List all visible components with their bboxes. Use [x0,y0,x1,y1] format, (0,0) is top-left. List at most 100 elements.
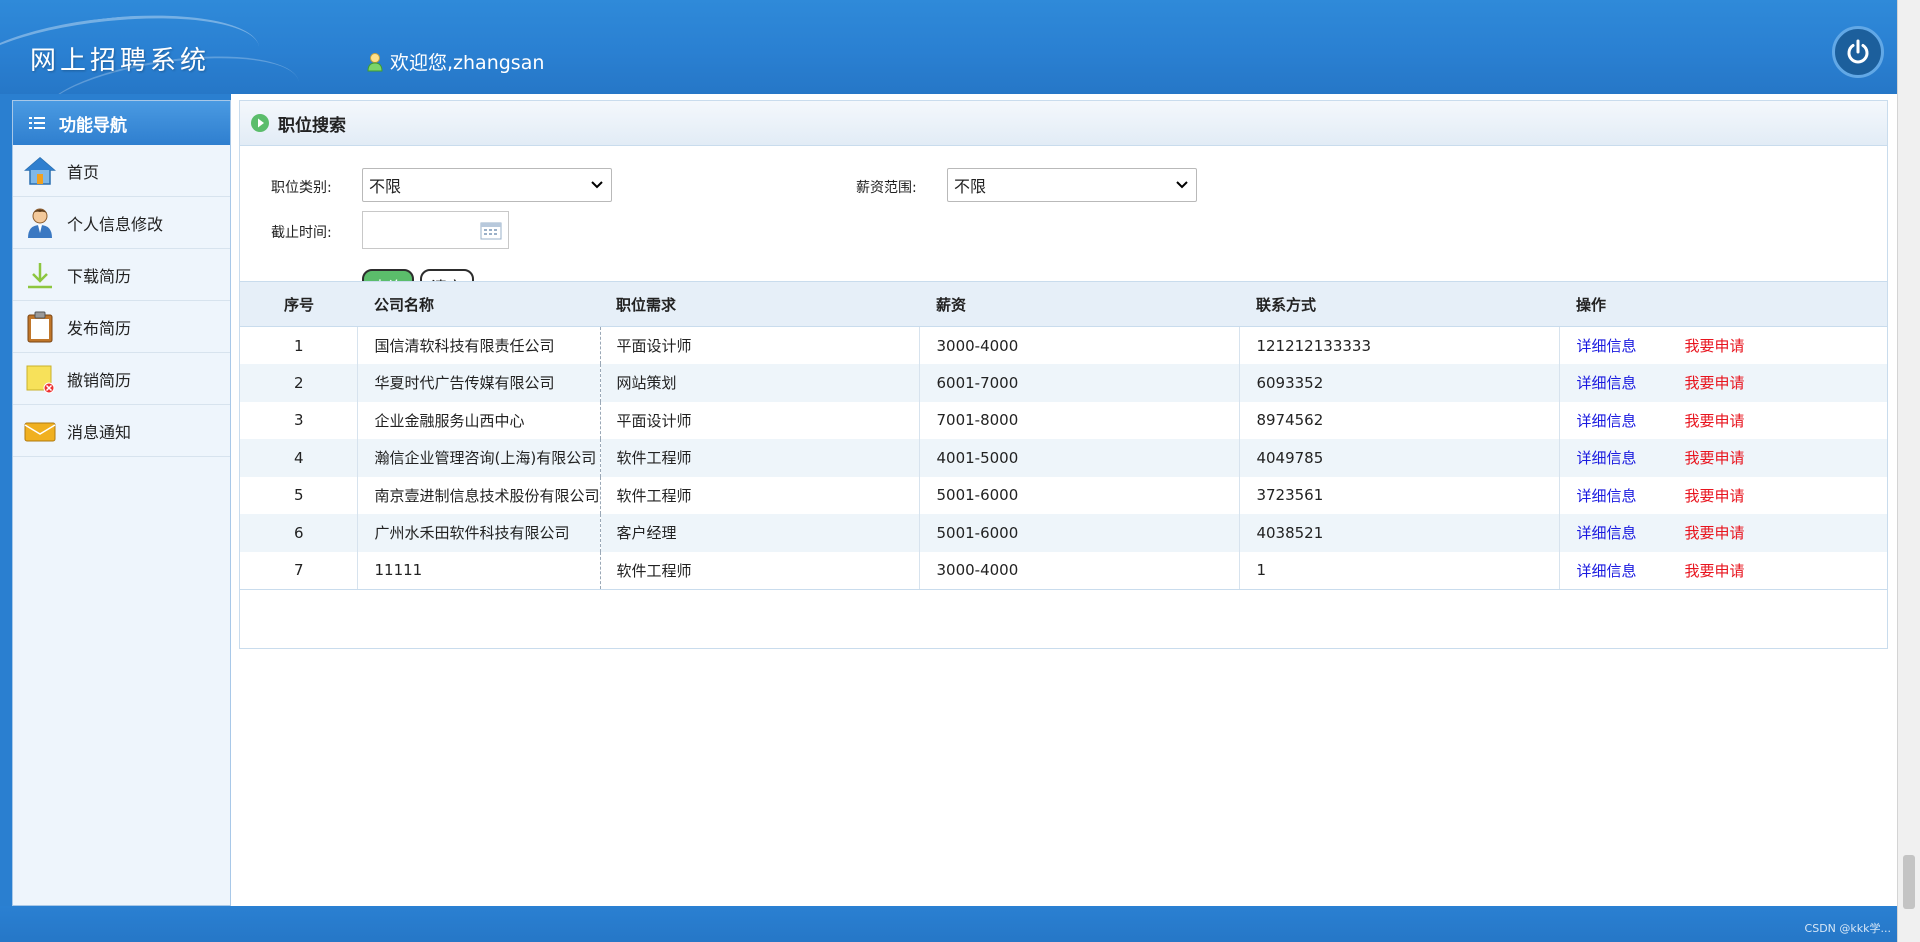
sidebar-item-home[interactable]: 首页 [13,145,230,197]
cell-operation: 详细信息 我要申请 [1560,439,1887,477]
welcome-message: 欢迎您,zhangsan [366,48,544,75]
sidebar-item-label: 个人信息修改 [67,214,164,234]
cell-company: 华夏时代广告传媒有限公司 [357,364,601,402]
cell-salary: 4001-5000 [919,439,1241,477]
cell-contact: 3723561 [1239,476,1561,514]
apply-link[interactable]: 我要申请 [1684,562,1744,580]
category-select[interactable]: 不限 [362,168,612,202]
salary-label: 薪资范围: [856,180,917,196]
welcome-text: 欢迎您,zhangsan [390,52,545,74]
job-search-panel: 职位搜索 职位类别: 不限 薪资范围: 不限 截止时间: 查询 清空 序号 公司… [239,100,1888,649]
footer-bar: CSDN @kkk学... [0,906,1897,942]
sidebar: 功能导航 首页 个人信息修改 下载简历 发布简历 撤销简历 消息通知 [12,100,231,906]
apply-link[interactable]: 我要申请 [1684,374,1744,392]
power-icon [1847,39,1869,64]
page-scrollbar[interactable] [1897,0,1920,942]
column-header-operation: 操作 [1559,281,1887,327]
category-select-value: 不限 [369,177,402,196]
column-header-no: 序号 [240,281,358,327]
sidebar-item-label: 发布简历 [67,318,132,338]
sidebar-item-messages[interactable]: 消息通知 [13,405,230,457]
cell-contact: 121212133333 [1239,326,1561,364]
apply-link[interactable]: 我要申请 [1684,337,1744,355]
cell-operation: 详细信息 我要申请 [1560,477,1887,515]
list-icon [29,117,45,129]
user-profile-icon [23,206,57,240]
cell-position: 软件工程师 [600,439,921,477]
deadline-date-input[interactable] [362,211,509,249]
cell-no: 2 [240,364,359,402]
sidebar-item-profile[interactable]: 个人信息修改 [13,197,230,249]
detail-link[interactable]: 详细信息 [1576,412,1636,430]
cell-no: 7 [240,551,359,590]
category-label: 职位类别: [271,180,332,196]
detail-link[interactable]: 详细信息 [1576,562,1636,580]
cell-company: 11111 [357,551,601,590]
chevron-down-icon [591,181,603,189]
cell-operation: 详细信息 我要申请 [1559,551,1887,590]
cell-company: 广州水禾田软件科技有限公司 [357,514,601,552]
cell-contact: 8974562 [1239,401,1561,439]
sidebar-item-revoke-resume[interactable]: 撤销简历 [13,353,230,405]
calendar-icon[interactable] [480,220,502,240]
cell-salary: 3000-4000 [919,551,1241,590]
detail-link[interactable]: 详细信息 [1576,487,1636,505]
cell-position: 平面设计师 [600,401,921,439]
cell-no: 6 [240,514,359,552]
detail-link[interactable]: 详细信息 [1576,449,1636,467]
cell-salary: 5001-6000 [919,514,1241,552]
cell-salary: 7001-8000 [919,401,1241,439]
sidebar-item-label: 首页 [67,162,100,182]
cell-salary: 6001-7000 [919,364,1241,402]
top-header: 网上招聘系统 欢迎您,zhangsan [0,0,1897,94]
cell-position: 软件工程师 [600,551,921,590]
cell-position: 平面设计师 [600,326,921,364]
cell-position: 客户经理 [600,514,921,552]
detail-link[interactable]: 详细信息 [1576,524,1636,542]
cell-company: 南京壹进制信息技术股份有限公司 [357,476,601,514]
table-row: 1 国信清软科技有限责任公司 平面设计师 3000-4000 121212133333 详… [240,326,1887,364]
job-results-table: 序号 公司名称 职位需求 薪资 联系方式 操作 1 国信清软科技有限责任公司 平面设… [240,281,1887,590]
logout-button[interactable] [1832,26,1884,78]
cell-contact: 4038521 [1239,514,1561,552]
deadline-label: 截止时间: [271,225,332,241]
cell-position: 网站策划 [600,364,921,402]
home-icon [23,154,57,188]
sidebar-item-label: 撤销简历 [67,370,132,390]
cell-company: 国信清软科技有限责任公司 [357,326,601,364]
cell-contact: 1 [1239,551,1561,590]
cell-no: 1 [240,326,359,364]
detail-link[interactable]: 详细信息 [1576,337,1636,355]
cell-no: 5 [240,476,359,514]
sidebar-item-download-resume[interactable]: 下载简历 [13,249,230,301]
sidebar-item-publish-resume[interactable]: 发布简历 [13,301,230,353]
apply-link[interactable]: 我要申请 [1684,412,1744,430]
table-row: 5 南京壹进制信息技术股份有限公司 软件工程师 5001-6000 3723561 详细信… [240,476,1887,515]
salary-select[interactable]: 不限 [947,168,1197,202]
column-header-contact: 联系方式 [1239,281,1560,327]
column-header-salary: 薪资 [919,281,1240,327]
watermark-text: CSDN @kkk学... [1804,922,1891,935]
table-row: 4 瀚信企业管理咨询(上海)有限公司 软件工程师 4001-5000 4049785 详细… [240,439,1887,477]
sidebar-item-label: 下载简历 [67,266,132,286]
play-circle-icon [251,114,269,132]
app-title: 网上招聘系统 [30,46,211,76]
apply-link[interactable]: 我要申请 [1684,449,1744,467]
cell-company: 瀚信企业管理咨询(上海)有限公司 [357,439,601,477]
sidebar-title: 功能导航 [59,115,127,136]
scrollbar-thumb[interactable] [1903,855,1915,909]
clipboard-icon [23,310,57,344]
detail-link[interactable]: 详细信息 [1576,374,1636,392]
user-icon [367,52,383,71]
sidebar-item-label: 消息通知 [67,422,132,442]
cell-no: 4 [240,439,359,477]
panel-title-text: 职位搜索 [278,115,346,136]
table-row: 6 广州水禾田软件科技有限公司 客户经理 5001-6000 4038521 详细信息 我要… [240,514,1887,552]
table-header-row: 序号 公司名称 职位需求 薪资 联系方式 操作 [240,281,1887,327]
column-header-company: 公司名称 [357,281,600,327]
apply-link[interactable]: 我要申请 [1684,524,1744,542]
download-icon [23,258,57,292]
cell-contact: 6093352 [1239,364,1561,402]
cell-company: 企业金融服务山西中心 [357,401,601,439]
apply-link[interactable]: 我要申请 [1684,487,1744,505]
